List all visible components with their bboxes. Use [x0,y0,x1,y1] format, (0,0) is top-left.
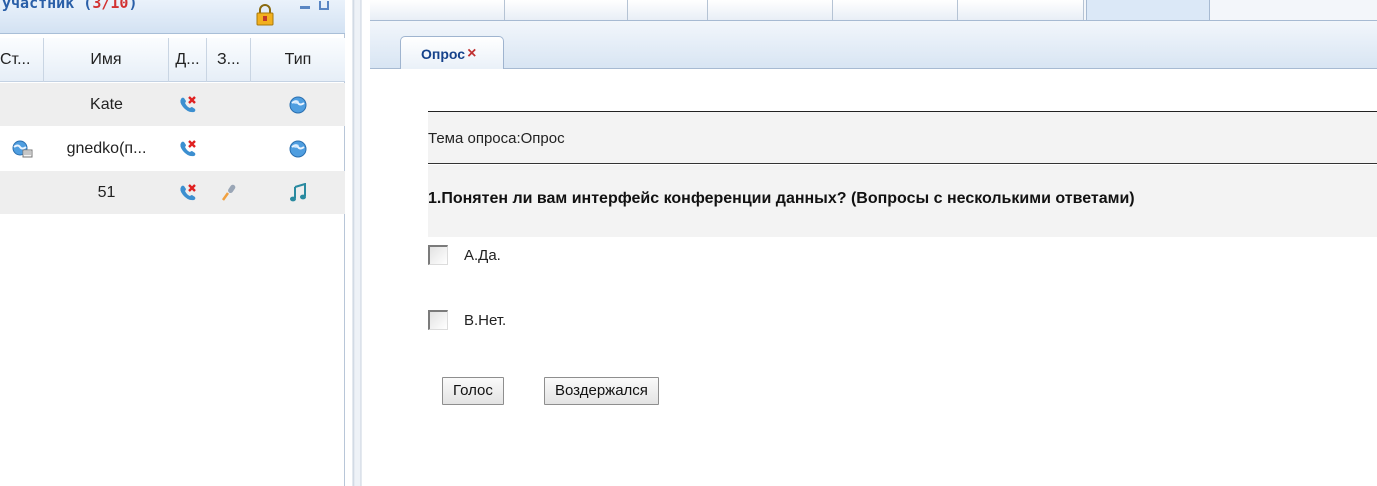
poll-content: Тема опроса:Опрос 1.Понятен ли вам интер… [370,69,1377,486]
main-tab-active[interactable] [1086,0,1210,20]
poll-question: 1.Понятен ли вам интерфейс конференции д… [428,190,1135,207]
abstain-button[interactable]: Воздержался [544,377,659,405]
poll-topic-row: Тема опроса:Опрос [428,112,1377,164]
poll-tab-strip: Опрос × [370,21,1377,70]
tab-poll[interactable]: Опрос × [400,36,504,70]
answer-checkbox[interactable] [428,245,448,265]
globe-icon [251,83,345,126]
close-icon[interactable]: × [467,45,476,62]
globe-icon [251,127,345,170]
participant-voice [207,127,251,170]
participant-row[interactable]: Kate [0,83,345,126]
column-voice[interactable]: З... [207,38,251,82]
main-tab[interactable] [505,0,628,20]
main-tab[interactable] [833,0,958,20]
participant-name: 51 [97,184,116,201]
phone-off-icon[interactable] [169,171,207,214]
tab-poll-label: Опрос [421,45,466,62]
main-tab[interactable] [958,0,1084,20]
column-data[interactable]: Д... [169,38,207,82]
microphone-icon[interactable] [207,171,251,214]
column-type[interactable]: Тип [251,38,345,82]
answer-label: В.Нет. [464,311,507,329]
participant-row[interactable]: gnedko(п... [0,127,345,170]
participants-title: участник (3/10) [2,0,137,12]
participant-voice [207,83,251,126]
participants-panel-header: участник (3/10) [0,0,345,34]
participant-status [0,83,44,126]
answer-label: А.Да. [464,246,501,264]
minimize-icon[interactable] [300,6,310,9]
answer-option[interactable]: А.Да. [428,240,501,270]
participant-name: Kate [90,96,123,113]
lock-icon[interactable] [255,4,275,26]
phone-off-icon[interactable] [169,127,207,170]
answer-option[interactable]: В.Нет. [428,305,506,335]
participant-name: gnedko(п... [66,140,147,157]
host-globe-icon [0,127,44,170]
poll-question-row: 1.Понятен ли вам интерфейс конференции д… [428,165,1377,237]
participants-panel: участник (3/10) Ст... Имя Д... З... Тип … [0,0,345,486]
answer-checkbox[interactable] [428,310,448,330]
participant-status [0,171,44,214]
panel-splitter[interactable] [346,0,370,486]
phone-off-icon[interactable] [169,83,207,126]
main-tab[interactable] [370,0,505,20]
maximize-icon[interactable] [319,1,329,10]
participant-row[interactable]: 51 [0,171,345,214]
main-tab[interactable] [708,0,833,20]
music-note-icon [251,171,345,214]
poll-topic: Тема опроса:Опрос [428,130,565,147]
participants-grid-header: Ст... Имя Д... З... Тип [0,38,345,82]
column-name[interactable]: Имя [44,38,169,82]
main-tab[interactable] [628,0,708,20]
vote-button[interactable]: Голос [442,377,504,405]
main-tab-strip [370,0,1377,21]
column-status[interactable]: Ст... [0,38,44,82]
participants-title-label: участник [2,0,75,12]
participants-count: 3/10 [92,0,129,12]
